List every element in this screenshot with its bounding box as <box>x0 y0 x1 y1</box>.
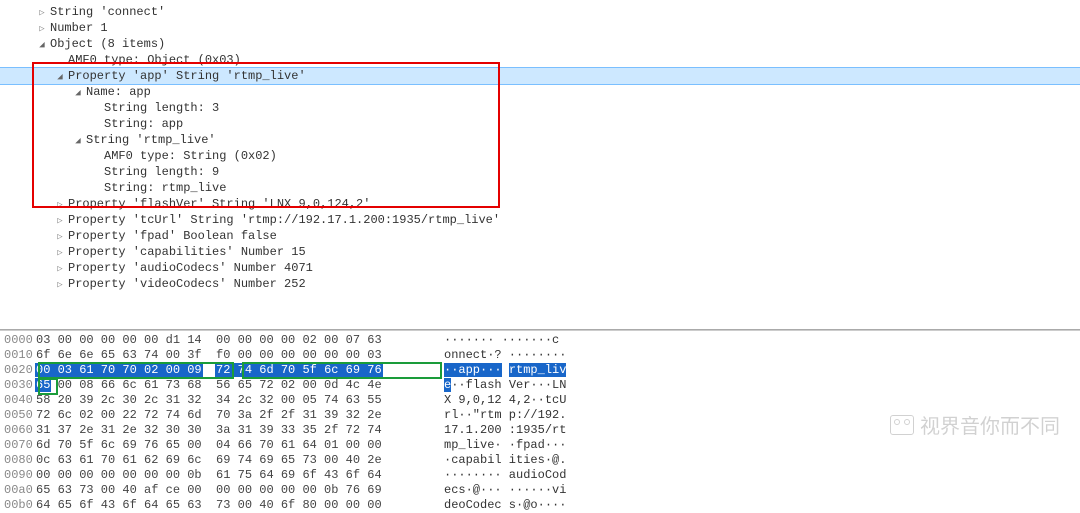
hex-ascii: mp_live· ·fpad··· <box>436 438 566 453</box>
hex-ascii: deoCodec s·@o···· <box>436 498 566 513</box>
hex-row[interactable]: 00106f 6e 6e 65 63 74 00 3f f0 00 00 00 … <box>0 348 1080 363</box>
hex-offset: 00a0 <box>0 483 36 498</box>
hex-ascii: e··flash Ver···LN <box>436 378 566 393</box>
tree-label: String: app <box>104 116 183 132</box>
tree-row[interactable]: String 'connect' <box>0 4 1080 20</box>
hex-offset: 0010 <box>0 348 36 363</box>
hex-row[interactable]: 00706d 70 5f 6c 69 76 65 00 04 66 70 61 … <box>0 438 1080 453</box>
expander-closed-icon[interactable] <box>54 196 66 213</box>
hex-row[interactable]: 000003 00 00 00 00 00 d1 14 00 00 00 00 … <box>0 333 1080 348</box>
tree-row[interactable]: Object (8 items) <box>0 36 1080 52</box>
hex-bytes: 00 00 00 00 00 00 00 0b 61 75 64 69 6f 4… <box>36 468 436 483</box>
tree-label: Property 'tcUrl' String 'rtmp://192.17.1… <box>68 212 500 228</box>
tree-label: String length: 9 <box>104 164 219 180</box>
hex-ascii: onnect·? ········ <box>436 348 566 363</box>
hex-ascii: ··app··· rtmp_liv <box>436 363 566 378</box>
expander-closed-icon[interactable] <box>54 276 66 293</box>
tree-label: Object (8 items) <box>50 36 165 52</box>
hex-ascii: X 9,0,12 4,2··tcU <box>436 393 566 408</box>
tree-row[interactable]: String: app <box>0 116 1080 132</box>
packet-tree-pane[interactable]: String 'connect'Number 1Object (8 items)… <box>0 0 1080 330</box>
expander-closed-icon[interactable] <box>36 4 48 21</box>
expander-closed-icon[interactable] <box>54 228 66 245</box>
tree-row[interactable]: String length: 9 <box>0 164 1080 180</box>
hex-row[interactable]: 00800c 63 61 70 61 62 69 6c 69 74 69 65 … <box>0 453 1080 468</box>
hex-offset: 00b0 <box>0 498 36 513</box>
hex-bytes: 0c 63 61 70 61 62 69 6c 69 74 69 65 73 0… <box>36 453 436 468</box>
hex-offset: 0040 <box>0 393 36 408</box>
hex-offset: 0090 <box>0 468 36 483</box>
expander-open-icon[interactable] <box>72 84 84 101</box>
expander-closed-icon[interactable] <box>36 20 48 37</box>
hex-ascii: 17.1.200 :1935/rt <box>436 423 566 438</box>
tree-label: AMF0 type: Object (0x03) <box>68 52 241 68</box>
tree-row[interactable]: Property 'app' String 'rtmp_live' <box>0 67 1080 85</box>
hex-bytes: 6f 6e 6e 65 63 74 00 3f f0 00 00 00 00 0… <box>36 348 436 363</box>
tree-row[interactable]: Property 'videoCodecs' Number 252 <box>0 276 1080 292</box>
tree-row[interactable]: String 'rtmp_live' <box>0 132 1080 148</box>
tree-row[interactable]: Property 'flashVer' String 'LNX 9,0,124,… <box>0 196 1080 212</box>
hex-ascii: ········ audioCod <box>436 468 566 483</box>
tree-label: String 'connect' <box>50 4 165 20</box>
hex-bytes: 6d 70 5f 6c 69 76 65 00 04 66 70 61 64 0… <box>36 438 436 453</box>
hex-ascii: ······· ·······c <box>436 333 559 348</box>
hex-bytes: 31 37 2e 31 2e 32 30 30 3a 31 39 33 35 2… <box>36 423 436 438</box>
tree-row[interactable]: Property 'tcUrl' String 'rtmp://192.17.1… <box>0 212 1080 228</box>
tree-row[interactable]: Number 1 <box>0 20 1080 36</box>
tree-row[interactable]: AMF0 type: Object (0x03) <box>0 52 1080 68</box>
tree-row[interactable]: Property 'fpad' Boolean false <box>0 228 1080 244</box>
tree-label: Property 'app' String 'rtmp_live' <box>68 68 306 84</box>
hex-dump-pane[interactable]: 000003 00 00 00 00 00 d1 14 00 00 00 00 … <box>0 330 1080 513</box>
hex-offset: 0070 <box>0 438 36 453</box>
tree-row[interactable]: String length: 3 <box>0 100 1080 116</box>
tree-label: Property 'capabilities' Number 15 <box>68 244 306 260</box>
hex-row[interactable]: 00a065 63 73 00 40 af ce 00 00 00 00 00 … <box>0 483 1080 498</box>
hex-row[interactable]: 009000 00 00 00 00 00 00 0b 61 75 64 69 … <box>0 468 1080 483</box>
tree-label: AMF0 type: String (0x02) <box>104 148 277 164</box>
hex-offset: 0060 <box>0 423 36 438</box>
tree-label: Property 'videoCodecs' Number 252 <box>68 276 306 292</box>
hex-ascii: ecs·@··· ······vi <box>436 483 566 498</box>
hex-bytes: 00 03 61 70 70 02 00 09 72 74 6d 70 5f 6… <box>36 363 436 378</box>
tree-row[interactable]: String: rtmp_live <box>0 180 1080 196</box>
hex-row[interactable]: 002000 03 61 70 70 02 00 09 72 74 6d 70 … <box>0 363 1080 378</box>
tree-label: String length: 3 <box>104 100 219 116</box>
hex-bytes: 64 65 6f 43 6f 64 65 63 73 00 40 6f 80 0… <box>36 498 436 513</box>
tree-row[interactable]: Property 'audioCodecs' Number 4071 <box>0 260 1080 276</box>
hex-row[interactable]: 003065 00 08 66 6c 61 73 68 56 65 72 02 … <box>0 378 1080 393</box>
expander-closed-icon[interactable] <box>54 260 66 277</box>
hex-ascii: ·capabil ities·@. <box>436 453 566 468</box>
tree-label: String: rtmp_live <box>104 180 226 196</box>
tree-label: String 'rtmp_live' <box>86 132 216 148</box>
tree-label: Property 'fpad' Boolean false <box>68 228 277 244</box>
tree-label: Name: app <box>86 84 151 100</box>
hex-offset: 0080 <box>0 453 36 468</box>
expander-closed-icon[interactable] <box>54 244 66 261</box>
hex-bytes: 65 00 08 66 6c 61 73 68 56 65 72 02 00 0… <box>36 378 436 393</box>
tree-label: Property 'flashVer' String 'LNX 9,0,124,… <box>68 196 370 212</box>
hex-bytes: 58 20 39 2c 30 2c 31 32 34 2c 32 00 05 7… <box>36 393 436 408</box>
hex-ascii: rl··"rtm p://192. <box>436 408 566 423</box>
expander-open-icon[interactable] <box>54 68 66 85</box>
hex-bytes: 65 63 73 00 40 af ce 00 00 00 00 00 00 0… <box>36 483 436 498</box>
hex-row[interactable]: 005072 6c 02 00 22 72 74 6d 70 3a 2f 2f … <box>0 408 1080 423</box>
hex-offset: 0020 <box>0 363 36 378</box>
hex-row[interactable]: 00b064 65 6f 43 6f 64 65 63 73 00 40 6f … <box>0 498 1080 513</box>
tree-label: Number 1 <box>50 20 108 36</box>
tree-label: Property 'audioCodecs' Number 4071 <box>68 260 313 276</box>
hex-row[interactable]: 004058 20 39 2c 30 2c 31 32 34 2c 32 00 … <box>0 393 1080 408</box>
tree-row[interactable]: Property 'capabilities' Number 15 <box>0 244 1080 260</box>
hex-offset: 0050 <box>0 408 36 423</box>
tree-row[interactable]: AMF0 type: String (0x02) <box>0 148 1080 164</box>
expander-closed-icon[interactable] <box>54 212 66 229</box>
hex-offset: 0030 <box>0 378 36 393</box>
hex-offset: 0000 <box>0 333 36 348</box>
tree-row[interactable]: Name: app <box>0 84 1080 100</box>
expander-open-icon[interactable] <box>36 36 48 53</box>
hex-bytes: 03 00 00 00 00 00 d1 14 00 00 00 00 02 0… <box>36 333 436 348</box>
hex-row[interactable]: 006031 37 2e 31 2e 32 30 30 3a 31 39 33 … <box>0 423 1080 438</box>
expander-open-icon[interactable] <box>72 132 84 149</box>
hex-bytes: 72 6c 02 00 22 72 74 6d 70 3a 2f 2f 31 3… <box>36 408 436 423</box>
